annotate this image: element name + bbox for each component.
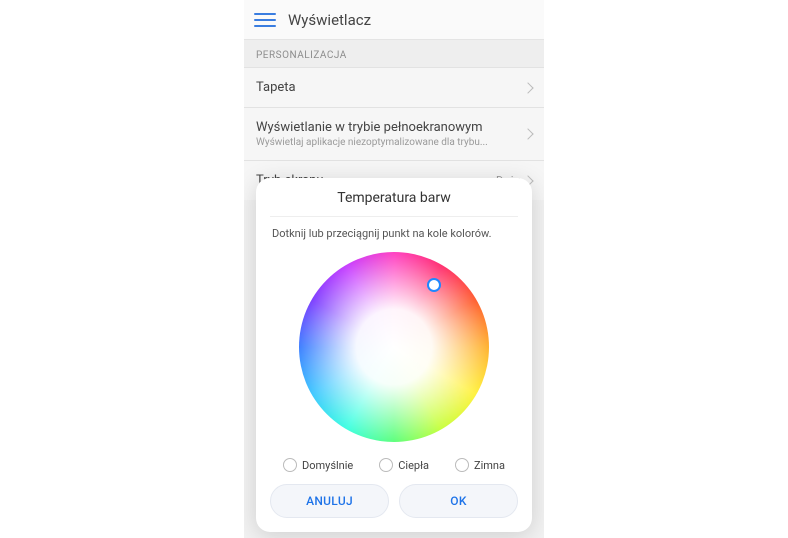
color-wheel-container	[270, 248, 518, 452]
radio-label: Domyślnie	[302, 459, 353, 472]
color-wheel[interactable]	[299, 252, 489, 442]
radio-cold[interactable]: Zimna	[455, 458, 505, 472]
dialog-title: Temperatura barw	[270, 190, 518, 217]
radio-default[interactable]: Domyślnie	[283, 458, 353, 472]
ok-button[interactable]: OK	[399, 484, 518, 518]
radio-label: Ciepła	[398, 459, 429, 472]
dialog-instruction: Dotknij lub przeciągnij punkt na kole ko…	[270, 217, 518, 248]
cancel-button[interactable]: ANULUJ	[270, 484, 389, 518]
radio-warm[interactable]: Ciepła	[379, 458, 429, 472]
radio-icon	[379, 458, 393, 472]
radio-icon	[283, 458, 297, 472]
phone-frame: Wyświetlacz PERSONALIZACJA Tapeta Wyświe…	[244, 0, 544, 538]
dialog-overlay: Temperatura barw Dotknij lub przeciągnij…	[244, 0, 544, 538]
dialog-button-row: ANULUJ OK	[270, 484, 518, 518]
radio-icon	[455, 458, 469, 472]
radio-label: Zimna	[474, 459, 505, 472]
color-temperature-dialog: Temperatura barw Dotknij lub przeciągnij…	[256, 178, 532, 532]
color-wheel-handle[interactable]	[427, 278, 441, 292]
preset-radio-group: Domyślnie Ciepła Zimna	[270, 452, 518, 484]
